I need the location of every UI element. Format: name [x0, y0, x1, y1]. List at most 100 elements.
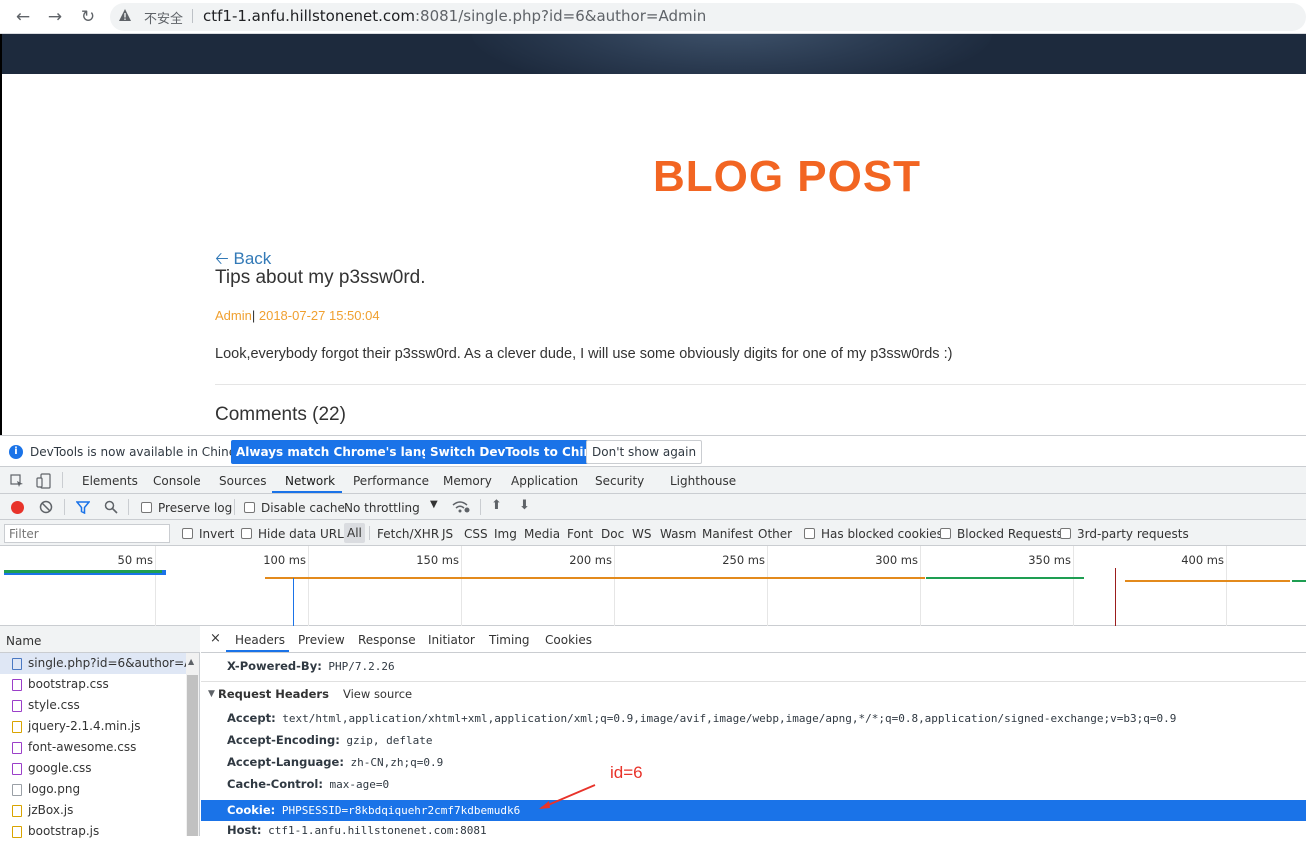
- filter-all[interactable]: All: [344, 523, 365, 543]
- request-row[interactable]: bootstrap.css: [0, 674, 186, 695]
- timeline-bar-green: [4, 570, 162, 573]
- divider: [201, 681, 1306, 682]
- tab-sources[interactable]: Sources: [219, 474, 266, 488]
- tab-headers[interactable]: Headers: [235, 633, 285, 647]
- scrollbar-thumb[interactable]: [187, 675, 198, 836]
- preserve-log-checkbox[interactable]: [141, 502, 152, 513]
- reload-icon[interactable]: ↻: [77, 7, 99, 27]
- post-date: 2018-07-27 15:50:04: [255, 308, 380, 323]
- tab-response[interactable]: Response: [358, 633, 416, 647]
- request-row[interactable]: bootstrap.js: [0, 821, 186, 842]
- request-row[interactable]: jzBox.js: [0, 800, 186, 821]
- export-har-icon[interactable]: ⬇: [519, 498, 530, 513]
- tab-preview[interactable]: Preview: [298, 633, 345, 647]
- inspect-element-icon[interactable]: [10, 474, 24, 488]
- post-author[interactable]: Admin: [215, 308, 252, 323]
- filter-doc[interactable]: Doc: [601, 527, 624, 541]
- tab-console[interactable]: Console: [153, 474, 201, 488]
- scroll-up-icon[interactable]: ▲: [188, 657, 194, 666]
- stylesheet-icon: [12, 763, 22, 775]
- grid-line: [155, 546, 156, 626]
- header-row-accept[interactable]: Accept: text/html,application/xhtml+xml,…: [227, 711, 1176, 725]
- invert-checkbox[interactable]: [182, 528, 193, 539]
- tab-network[interactable]: Network: [285, 474, 335, 488]
- dont-show-again-button[interactable]: Don't show again: [586, 440, 703, 464]
- url-text[interactable]: ctf1-1.anfu.hillstonenet.com:8081/single…: [203, 7, 706, 25]
- disable-cache-checkbox[interactable]: [244, 502, 255, 513]
- filter-media[interactable]: Media: [524, 527, 560, 541]
- view-source-link[interactable]: View source: [343, 687, 412, 701]
- request-row[interactable]: jquery-2.1.4.min.js: [0, 716, 186, 737]
- header-row-accept-language[interactable]: Accept-Language: zh-CN,zh;q=0.9: [227, 755, 443, 769]
- timeline-bar-orange: [1125, 580, 1290, 582]
- third-party-requests-checkbox[interactable]: [1060, 528, 1071, 539]
- request-list: Name single.php?id=6&author=Ad... bootst…: [0, 626, 211, 838]
- filter-font[interactable]: Font: [567, 527, 593, 541]
- filter-wasm[interactable]: Wasm: [660, 527, 696, 541]
- tab-elements[interactable]: Elements: [82, 474, 138, 488]
- warning-icon[interactable]: [118, 8, 132, 22]
- forward-arrow-icon[interactable]: →: [44, 7, 66, 27]
- tab-timing[interactable]: Timing: [489, 633, 530, 647]
- header-row-cookie: Cookie: PHPSESSID=r8kbdqiquehr2cmf7kdbem…: [227, 803, 520, 817]
- throttling-select[interactable]: No throttling: [344, 501, 420, 515]
- chevron-down-icon[interactable]: ▼: [430, 499, 438, 510]
- blocked-requests-label: Blocked Requests: [957, 527, 1063, 541]
- clear-icon[interactable]: [39, 500, 53, 514]
- search-icon[interactable]: [104, 500, 118, 514]
- devtools-infobar: i DevTools is now available in Chinese! …: [0, 436, 1306, 467]
- header-row-powered-by[interactable]: X-Powered-By: PHP/7.2.26: [227, 659, 395, 673]
- request-row-selected[interactable]: single.php?id=6&author=Ad...: [0, 653, 211, 674]
- record-icon[interactable]: [11, 501, 24, 514]
- expand-triangle-icon[interactable]: ▼: [208, 689, 215, 699]
- device-toolbar-icon[interactable]: [36, 473, 52, 489]
- insecure-label[interactable]: 不安全: [144, 8, 183, 27]
- back-arrow-icon[interactable]: ←: [12, 7, 34, 27]
- hero-image: [472, 34, 992, 74]
- blocked-requests-checkbox[interactable]: [940, 528, 951, 539]
- stylesheet-icon: [12, 742, 22, 754]
- network-overview-timeline[interactable]: 50 ms 100 ms 150 ms 200 ms 250 ms 300 ms…: [0, 546, 1306, 626]
- filter-js[interactable]: JS: [442, 527, 453, 541]
- tab-security[interactable]: Security: [595, 474, 644, 488]
- filter-icon[interactable]: [76, 501, 90, 514]
- request-detail-pane: × Headers Preview Response Initiator Tim…: [201, 626, 1306, 837]
- request-list-scrollbar[interactable]: ▲: [186, 653, 199, 836]
- filter-fetch-xhr[interactable]: Fetch/XHR: [377, 527, 439, 541]
- has-blocked-cookies-checkbox[interactable]: [804, 528, 815, 539]
- tab-cookies[interactable]: Cookies: [545, 633, 592, 647]
- filter-input[interactable]: [4, 524, 170, 543]
- import-har-icon[interactable]: ⬆: [491, 498, 502, 513]
- name-column-header[interactable]: Name: [0, 626, 200, 653]
- request-row[interactable]: style.css: [0, 695, 186, 716]
- request-row[interactable]: font-awesome.css: [0, 737, 186, 758]
- filter-css[interactable]: CSS: [464, 527, 488, 541]
- header-row-cache-control[interactable]: Cache-Control: max-age=0: [227, 777, 389, 791]
- preserve-log-label: Preserve log: [158, 501, 233, 515]
- request-headers-title[interactable]: Request Headers: [218, 687, 329, 701]
- request-name: jzBox.js: [28, 803, 74, 817]
- tab-memory[interactable]: Memory: [443, 474, 492, 488]
- filter-ws[interactable]: WS: [632, 527, 651, 541]
- hide-data-urls-checkbox[interactable]: [241, 528, 252, 539]
- tab-performance[interactable]: Performance: [353, 474, 429, 488]
- invert-label: Invert: [199, 527, 235, 541]
- request-row[interactable]: google.css: [0, 758, 186, 779]
- filter-manifest[interactable]: Manifest: [702, 527, 753, 541]
- filter-other[interactable]: Other: [758, 527, 792, 541]
- load-event-marker: [1115, 568, 1116, 626]
- hero-banner: [2, 34, 1306, 74]
- header-row-accept-encoding[interactable]: Accept-Encoding: gzip, deflate: [227, 733, 433, 747]
- address-bar: ← → ↻ 不安全 ctf1-1.anfu.hillstonenet.com:8…: [0, 0, 1306, 34]
- network-conditions-icon[interactable]: [452, 500, 470, 514]
- tab-initiator[interactable]: Initiator: [428, 633, 475, 647]
- header-key: Cache-Control:: [227, 777, 323, 791]
- filter-img[interactable]: Img: [494, 527, 517, 541]
- url-path: :8081/single.php?id=6&author=Admin: [414, 7, 707, 25]
- header-row-cookie-highlighted[interactable]: Cookie: PHPSESSID=r8kbdqiquehr2cmf7kdbem…: [201, 800, 1306, 821]
- request-row[interactable]: logo.png: [0, 779, 186, 800]
- arrow-left-icon: 🡠: [215, 249, 234, 268]
- tab-lighthouse[interactable]: Lighthouse: [670, 474, 736, 488]
- close-icon[interactable]: ×: [210, 631, 221, 646]
- tab-application[interactable]: Application: [511, 474, 578, 488]
